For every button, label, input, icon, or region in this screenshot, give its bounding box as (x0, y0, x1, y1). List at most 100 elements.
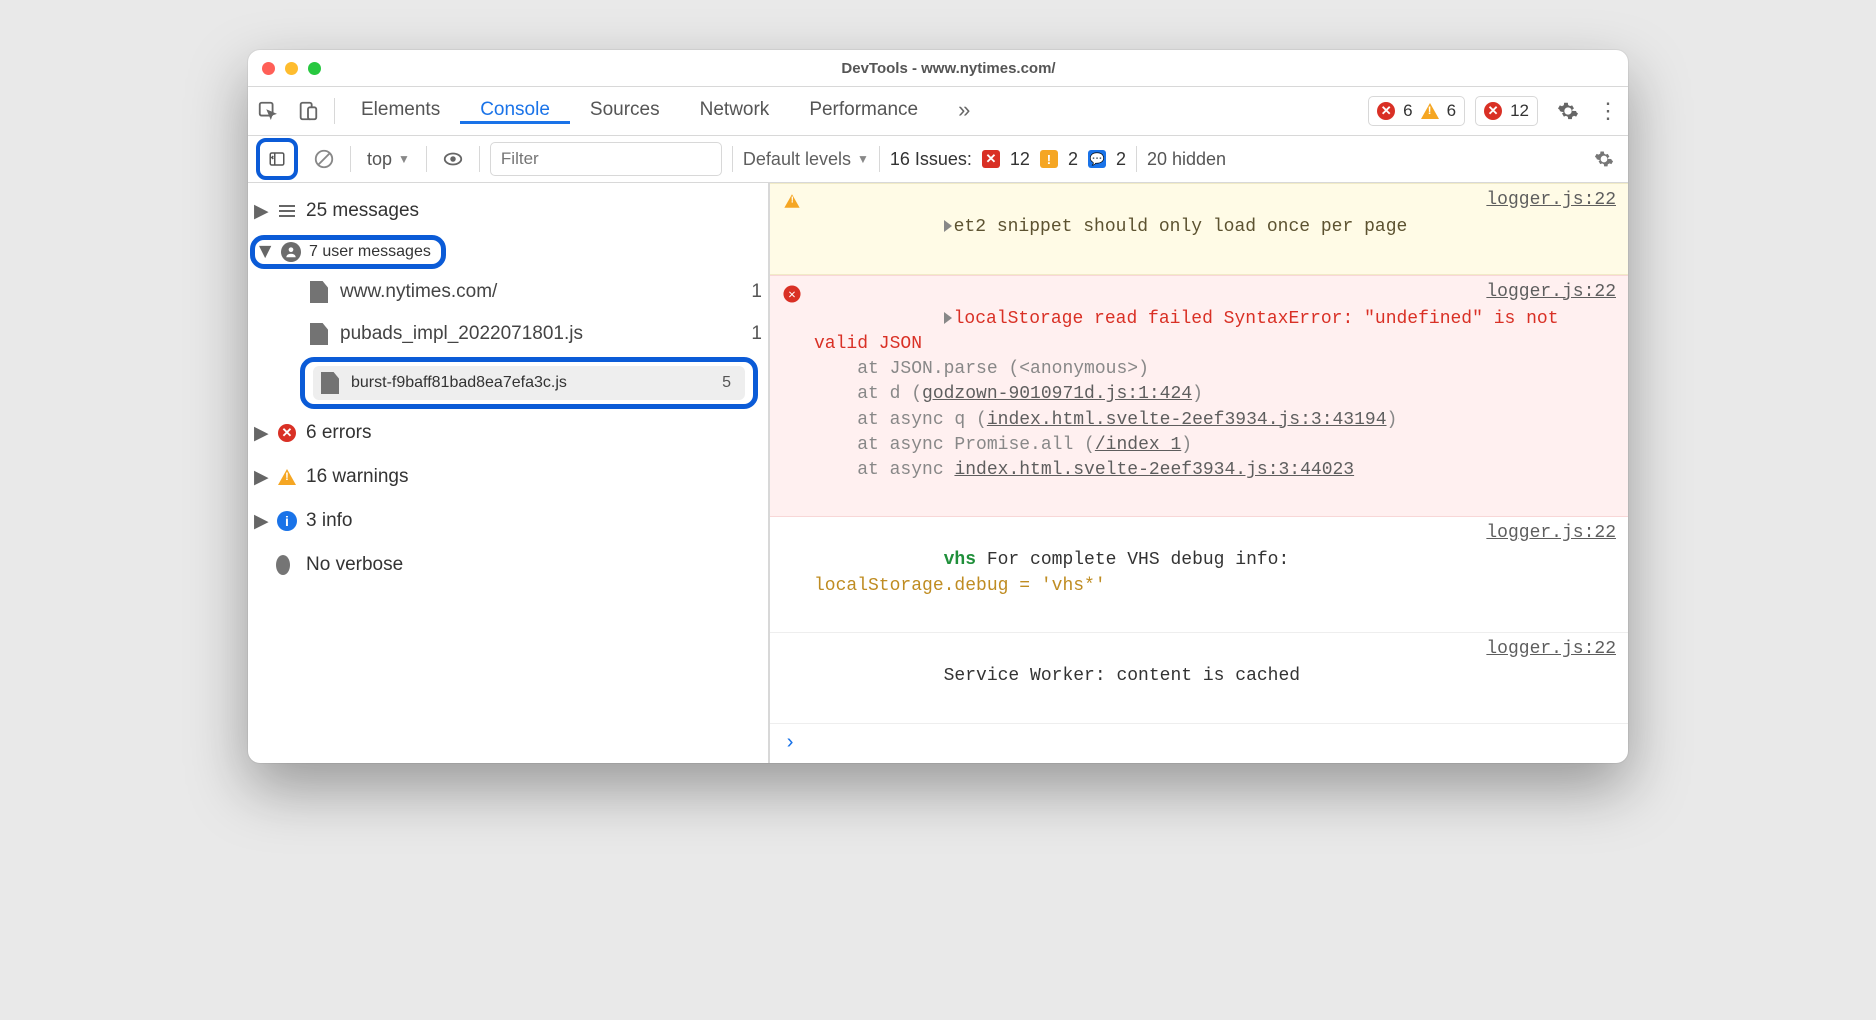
log-code: localStorage.debug = 'vhs*' (814, 576, 1106, 596)
sidebar-user-messages-row[interactable]: ▶ 7 user messages (250, 235, 446, 269)
stack-link[interactable]: index.html.svelte-2eef3934.js:3:44023 (954, 460, 1354, 480)
expand-triangle-icon[interactable] (944, 220, 952, 232)
log-tag: vhs (944, 550, 976, 570)
stack-frame: at async Promise.all (/index 1) (814, 435, 1192, 455)
context-selector[interactable]: top ▼ (361, 149, 416, 170)
message-icon: 💬 (1088, 150, 1106, 168)
sidebar-verbose-row[interactable]: ▶ No verbose (248, 543, 768, 587)
log-entry[interactable]: Service Worker: content is cached logger… (770, 633, 1628, 724)
log-entry-warning[interactable]: et2 snippet should only load once per pa… (770, 183, 1628, 275)
sidebar-file-row-selected[interactable]: burst-f9baff81bad8ea7efa3c.js 5 (300, 357, 758, 409)
console-prompt[interactable]: › (770, 724, 1628, 763)
chevron-down-icon: ▼ (857, 152, 869, 166)
sidebar-errors-row[interactable]: ▶ ✕ 6 errors (248, 411, 768, 455)
info-icon: i (277, 511, 297, 531)
issues-summary[interactable]: 16 Issues: ✕ 12 ! 2 💬 2 (890, 149, 1126, 170)
window-title: DevTools - www.nytimes.com/ (335, 60, 1562, 77)
sidebar-warnings-row[interactable]: ▶ 16 warnings (248, 455, 768, 499)
disclosure-triangle-icon: ▶ (254, 422, 268, 445)
traffic-close[interactable] (262, 62, 275, 75)
stack-link[interactable]: index.html.svelte-2eef3934.js:3:43194 (987, 410, 1387, 430)
source-link[interactable]: logger.js:22 (1486, 190, 1616, 210)
device-toggle-icon[interactable] (288, 87, 328, 135)
expand-triangle-icon[interactable] (944, 312, 952, 324)
prompt-chevron-icon: › (784, 732, 796, 755)
clear-console-icon[interactable] (308, 143, 340, 175)
tab-sources[interactable]: Sources (570, 99, 680, 124)
file-name: pubads_impl_2022071801.js (340, 323, 583, 345)
disclosure-triangle-icon: ▶ (254, 200, 268, 223)
settings-gear-icon[interactable] (1548, 87, 1588, 135)
warning-icon (1421, 103, 1439, 119)
log-entry[interactable]: vhs For complete VHS debug info: localSt… (770, 517, 1628, 633)
stack-frame: at JSON.parse (<anonymous>) (814, 359, 1149, 379)
source-link[interactable]: logger.js:22 (1486, 639, 1616, 659)
log-text: localStorage read failed SyntaxError: "u… (814, 309, 1569, 354)
issues-warning-count: 2 (1068, 149, 1078, 170)
sidebar-file-row[interactable]: www.nytimes.com/ 1 (248, 271, 768, 313)
disclosure-triangle-icon: ▶ (256, 245, 276, 259)
live-expression-icon[interactable] (437, 143, 469, 175)
levels-label: Default levels (743, 149, 851, 170)
file-count: 1 (751, 323, 768, 345)
file-name: www.nytimes.com/ (340, 281, 497, 303)
console-toolbar: top ▼ Default levels ▼ 16 Issues: ✕ 12 !… (248, 136, 1628, 183)
main-tabs: Elements Console Sources Network Perform… (248, 87, 1628, 136)
blocked-icon: ✕ (1484, 102, 1502, 120)
log-entry-error[interactable]: ✕ localStorage read failed SyntaxError: … (770, 275, 1628, 518)
messages-label: 25 messages (306, 200, 419, 222)
file-count: 5 (722, 374, 737, 392)
filter-input[interactable] (490, 142, 722, 176)
tab-elements[interactable]: Elements (341, 99, 460, 124)
log-text: et2 snippet should only load once per pa… (954, 217, 1408, 237)
tabs-overflow[interactable]: » (938, 97, 990, 126)
traffic-zoom[interactable] (308, 62, 321, 75)
warning-icon: ! (1040, 150, 1058, 168)
sidebar-messages-row[interactable]: ▶ 25 messages (248, 189, 768, 233)
issues-error-count: 12 (1010, 149, 1030, 170)
file-name: burst-f9baff81bad8ea7efa3c.js (351, 374, 567, 392)
source-link[interactable]: logger.js:22 (1486, 523, 1616, 543)
log-text: Service Worker: content is cached (944, 666, 1300, 686)
stack-link[interactable]: godzown-9010971d.js:1:424 (922, 384, 1192, 404)
header-blocked-count: 12 (1510, 101, 1529, 121)
error-icon: ✕ (982, 150, 1000, 168)
titlebar: DevTools - www.nytimes.com/ (248, 50, 1628, 87)
console-sidebar: ▶ 25 messages ▶ 7 user messages www.nyti… (248, 183, 770, 763)
warning-icon (784, 194, 799, 208)
tab-performance[interactable]: Performance (789, 99, 938, 124)
log-text: For complete VHS debug info: (976, 550, 1289, 570)
context-label: top (367, 149, 392, 170)
tab-console[interactable]: Console (460, 99, 570, 124)
stack-link[interactable]: /index 1 (1095, 435, 1181, 455)
disclosure-triangle-icon: ▶ (254, 510, 268, 533)
tab-network[interactable]: Network (680, 99, 790, 124)
console-log: et2 snippet should only load once per pa… (770, 183, 1628, 763)
sidebar-file-row[interactable]: pubads_impl_2022071801.js 1 (248, 313, 768, 355)
devtools-window: DevTools - www.nytimes.com/ Elements Con… (248, 50, 1628, 763)
header-error-warning-pill[interactable]: ✕ 6 6 (1368, 96, 1465, 126)
issues-label: 16 Issues: (890, 149, 972, 170)
list-icon (276, 205, 298, 217)
kebab-menu-icon[interactable]: ⋮ (1588, 87, 1628, 135)
error-icon: ✕ (278, 424, 296, 442)
toggle-sidebar-button[interactable] (256, 138, 298, 180)
document-icon (310, 281, 328, 303)
stack-frame: at async index.html.svelte-2eef3934.js:3… (814, 460, 1354, 480)
source-link[interactable]: logger.js:22 (1486, 282, 1616, 302)
info-label: 3 info (306, 510, 352, 532)
header-blocked-pill[interactable]: ✕ 12 (1475, 96, 1538, 126)
warnings-label: 16 warnings (306, 466, 408, 488)
chevron-down-icon: ▼ (398, 152, 410, 166)
traffic-minimize[interactable] (285, 62, 298, 75)
inspect-element-icon[interactable] (248, 87, 288, 135)
stack-frame: at async q (index.html.svelte-2eef3934.j… (814, 410, 1397, 430)
console-settings-gear-icon[interactable] (1588, 143, 1620, 175)
errors-label: 6 errors (306, 422, 371, 444)
log-levels-dropdown[interactable]: Default levels ▼ (743, 149, 869, 170)
header-warning-count: 6 (1447, 101, 1456, 121)
hidden-count[interactable]: 20 hidden (1147, 149, 1226, 170)
sidebar-info-row[interactable]: ▶ i 3 info (248, 499, 768, 543)
error-icon: ✕ (783, 285, 800, 302)
bug-icon (276, 555, 290, 575)
